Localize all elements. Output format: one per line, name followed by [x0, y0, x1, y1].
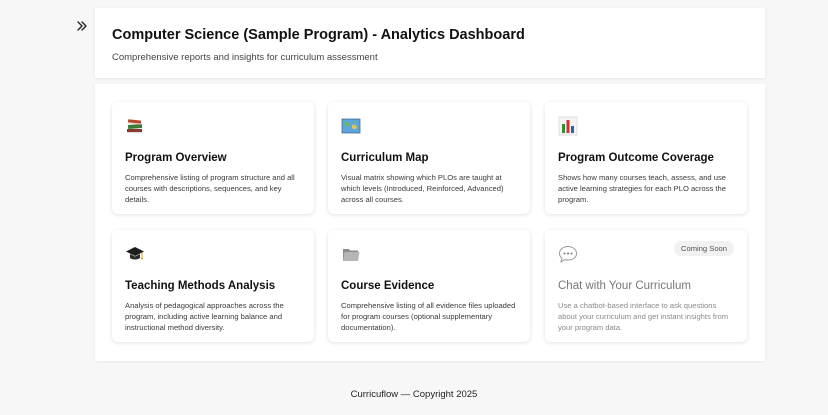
card-title: Curriculum Map [341, 152, 429, 164]
footer-copyright: Curricuflow — Copyright 2025 [350, 389, 478, 400]
bar-chart-icon [558, 116, 578, 136]
card-chat-with-curriculum: Coming Soon Chat with Your Curriculum Us… [545, 230, 747, 342]
report-cards-panel: Program Overview Comprehensive listing o… [95, 84, 765, 361]
card-title: Program Outcome Coverage [558, 152, 714, 164]
books-icon [125, 116, 145, 136]
page-title: Computer Science (Sample Program) - Anal… [112, 27, 525, 43]
card-description: Use a chatbot-based interface to ask que… [558, 301, 729, 332]
card-program-overview[interactable]: Program Overview Comprehensive listing o… [112, 102, 314, 214]
card-title: Teaching Methods Analysis [125, 280, 276, 292]
map-icon [341, 116, 361, 136]
card-description: Comprehensive listing of program structu… [125, 173, 295, 204]
card-curriculum-map[interactable]: Curriculum Map Visual matrix showing whi… [328, 102, 530, 214]
sidebar-toggle-button[interactable] [75, 19, 89, 33]
page-subtitle: Comprehensive reports and insights for c… [112, 52, 378, 63]
folder-icon [341, 244, 361, 264]
card-program-outcome-coverage[interactable]: Program Outcome Coverage Shows how many … [545, 102, 747, 214]
card-description: Comprehensive listing of all evidence fi… [341, 301, 516, 332]
card-course-evidence[interactable]: Course Evidence Comprehensive listing of… [328, 230, 530, 342]
card-title: Program Overview [125, 152, 227, 164]
graduation-cap-icon [125, 244, 145, 264]
double-chevron-right-icon [77, 21, 87, 31]
card-title: Chat with Your Curriculum [558, 280, 691, 292]
dashboard-header: Computer Science (Sample Program) - Anal… [95, 8, 765, 78]
card-description: Shows how many courses teach, assess, an… [558, 173, 726, 204]
card-teaching-methods-analysis[interactable]: Teaching Methods Analysis Analysis of pe… [112, 230, 314, 342]
coming-soon-badge: Coming Soon [673, 241, 734, 256]
card-description: Analysis of pedagogical approaches acros… [125, 301, 284, 332]
card-description: Visual matrix showing which PLOs are tau… [341, 173, 504, 204]
speech-bubble-icon [558, 244, 578, 264]
card-title: Course Evidence [341, 280, 435, 292]
